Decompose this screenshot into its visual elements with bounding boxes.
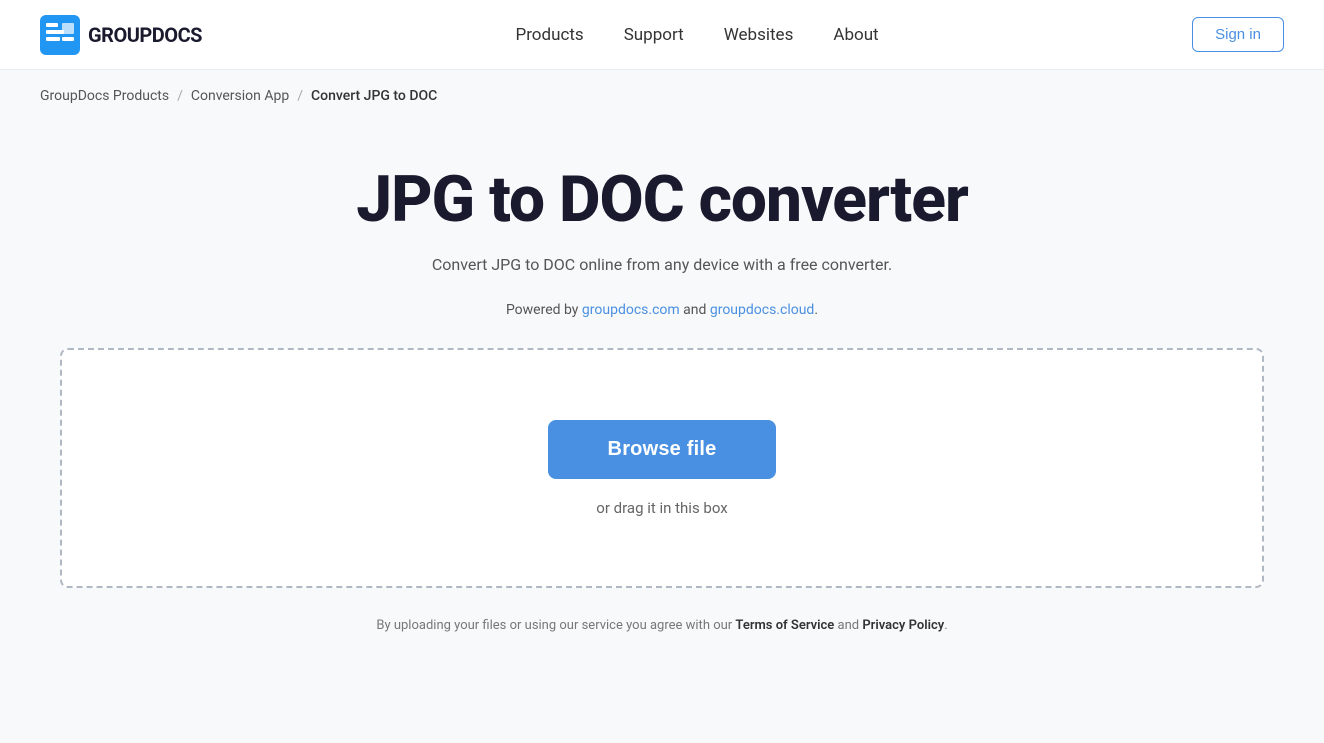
footer-note-middle: and xyxy=(834,618,862,633)
logo-area: GROUPDOCS xyxy=(40,15,202,55)
drag-text: or drag it in this box xyxy=(596,499,727,517)
footer-note-prefix: By uploading your files or using our ser… xyxy=(376,618,735,633)
powered-by-prefix: Powered by xyxy=(506,302,582,318)
breadcrumb-separator-1: / xyxy=(177,88,183,104)
signin-button[interactable]: Sign in xyxy=(1192,17,1284,52)
terms-of-service-link[interactable]: Terms of Service xyxy=(735,618,834,633)
main-nav: Products Support Websites About xyxy=(515,25,878,45)
nav-products[interactable]: Products xyxy=(515,25,583,45)
page-subtitle: Convert JPG to DOC online from any devic… xyxy=(432,255,892,274)
nav-websites[interactable]: Websites xyxy=(724,25,794,45)
powered-by-middle: and xyxy=(680,302,710,318)
breadcrumb: GroupDocs Products / Conversion App / Co… xyxy=(0,70,1324,122)
dropzone[interactable]: Browse file or drag it in this box xyxy=(60,348,1264,588)
groupdocs-com-link[interactable]: groupdocs.com xyxy=(582,302,680,318)
groupdocs-cloud-link[interactable]: groupdocs.cloud xyxy=(710,302,815,318)
nav-support[interactable]: Support xyxy=(624,25,684,45)
breadcrumb-conversion-app[interactable]: Conversion App xyxy=(191,88,289,104)
breadcrumb-home[interactable]: GroupDocs Products xyxy=(40,88,169,104)
header: GROUPDOCS Products Support Websites Abou… xyxy=(0,0,1324,70)
page-title: JPG to DOC converter xyxy=(356,162,968,237)
logo-text: GROUPDOCS xyxy=(88,23,202,47)
browse-file-button[interactable]: Browse file xyxy=(548,420,777,479)
groupdocs-logo-icon xyxy=(40,15,80,55)
powered-by-suffix: . xyxy=(814,302,818,318)
nav-about[interactable]: About xyxy=(833,25,878,45)
footer-note: By uploading your files or using our ser… xyxy=(376,618,947,633)
breadcrumb-current: Convert JPG to DOC xyxy=(311,88,437,104)
privacy-policy-link[interactable]: Privacy Policy xyxy=(862,618,944,633)
footer-note-suffix: . xyxy=(944,618,947,633)
breadcrumb-separator-2: / xyxy=(297,88,303,104)
main-content: JPG to DOC converter Convert JPG to DOC … xyxy=(0,122,1324,663)
powered-by-text: Powered by groupdocs.com and groupdocs.c… xyxy=(506,302,818,318)
